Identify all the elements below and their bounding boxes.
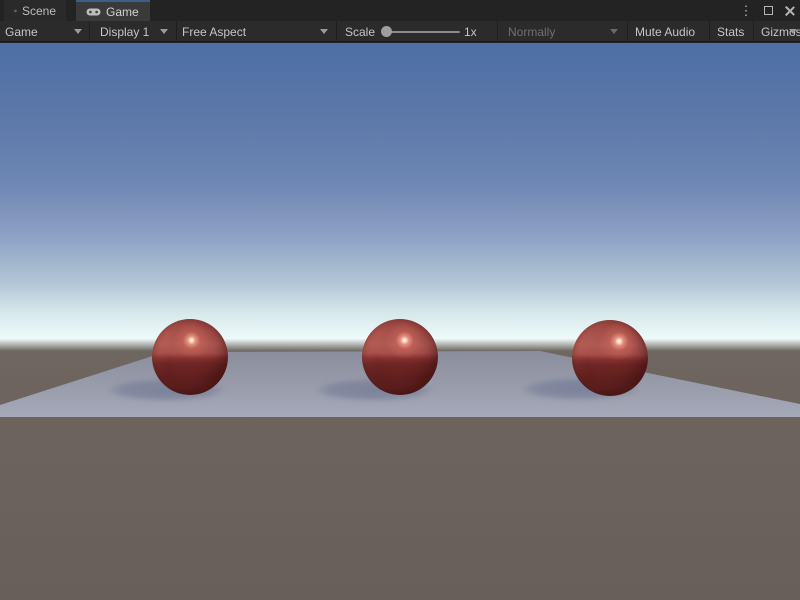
- game-view-toolbar: Game Display 1 Free Aspect Scale 1x Norm…: [0, 21, 800, 42]
- tab-game-label: Game: [106, 5, 139, 19]
- toolbar-separator: [497, 21, 498, 42]
- tab-game[interactable]: Game: [76, 0, 150, 21]
- gamepad-icon: [86, 6, 101, 17]
- chevron-down-icon: [789, 29, 797, 34]
- red-sphere: [152, 319, 228, 395]
- stats-label: Stats: [717, 25, 744, 39]
- chevron-down-icon: [160, 29, 168, 34]
- toolbar-separator: [709, 21, 710, 42]
- mute-audio-button[interactable]: Mute Audio: [635, 21, 695, 42]
- game-menu-label: Game: [5, 25, 38, 39]
- toolbar-separator: [336, 21, 337, 42]
- play-focus-dropdown[interactable]: Normally: [508, 21, 555, 42]
- aspect-ratio-dropdown[interactable]: Free Aspect: [182, 21, 246, 42]
- game-render-viewport[interactable]: [0, 43, 800, 600]
- mute-audio-label: Mute Audio: [635, 25, 695, 39]
- tab-scene[interactable]: Scene: [4, 0, 66, 21]
- maximize-icon[interactable]: [760, 3, 776, 19]
- chevron-down-icon: [320, 29, 328, 34]
- scale-label: Scale: [345, 21, 375, 42]
- tab-bar: Scene Game ⋮: [0, 0, 800, 21]
- display-dropdown[interactable]: Display 1: [100, 21, 149, 42]
- close-icon[interactable]: [782, 3, 798, 19]
- play-focus-label: Normally: [508, 25, 555, 39]
- aspect-ratio-label: Free Aspect: [182, 25, 246, 39]
- chevron-down-icon: [610, 29, 618, 34]
- toolbar-separator: [627, 21, 628, 42]
- kebab-menu-icon[interactable]: ⋮: [738, 3, 754, 19]
- tab-scene-label: Scene: [22, 4, 56, 18]
- toolbar-separator: [753, 21, 754, 42]
- chevron-down-icon: [74, 29, 82, 34]
- scale-slider-knob[interactable]: [381, 26, 392, 37]
- toolbar-separator: [89, 21, 90, 42]
- stats-button[interactable]: Stats: [717, 21, 744, 42]
- window-controls: ⋮: [738, 0, 798, 21]
- game-menu-dropdown[interactable]: Game: [5, 21, 38, 42]
- red-sphere: [572, 320, 648, 396]
- display-label: Display 1: [100, 25, 149, 39]
- toolbar-separator: [176, 21, 177, 42]
- red-sphere: [362, 319, 438, 395]
- scale-slider-track[interactable]: [382, 31, 460, 33]
- grid-icon: [14, 5, 17, 17]
- scale-value: 1x: [464, 21, 477, 42]
